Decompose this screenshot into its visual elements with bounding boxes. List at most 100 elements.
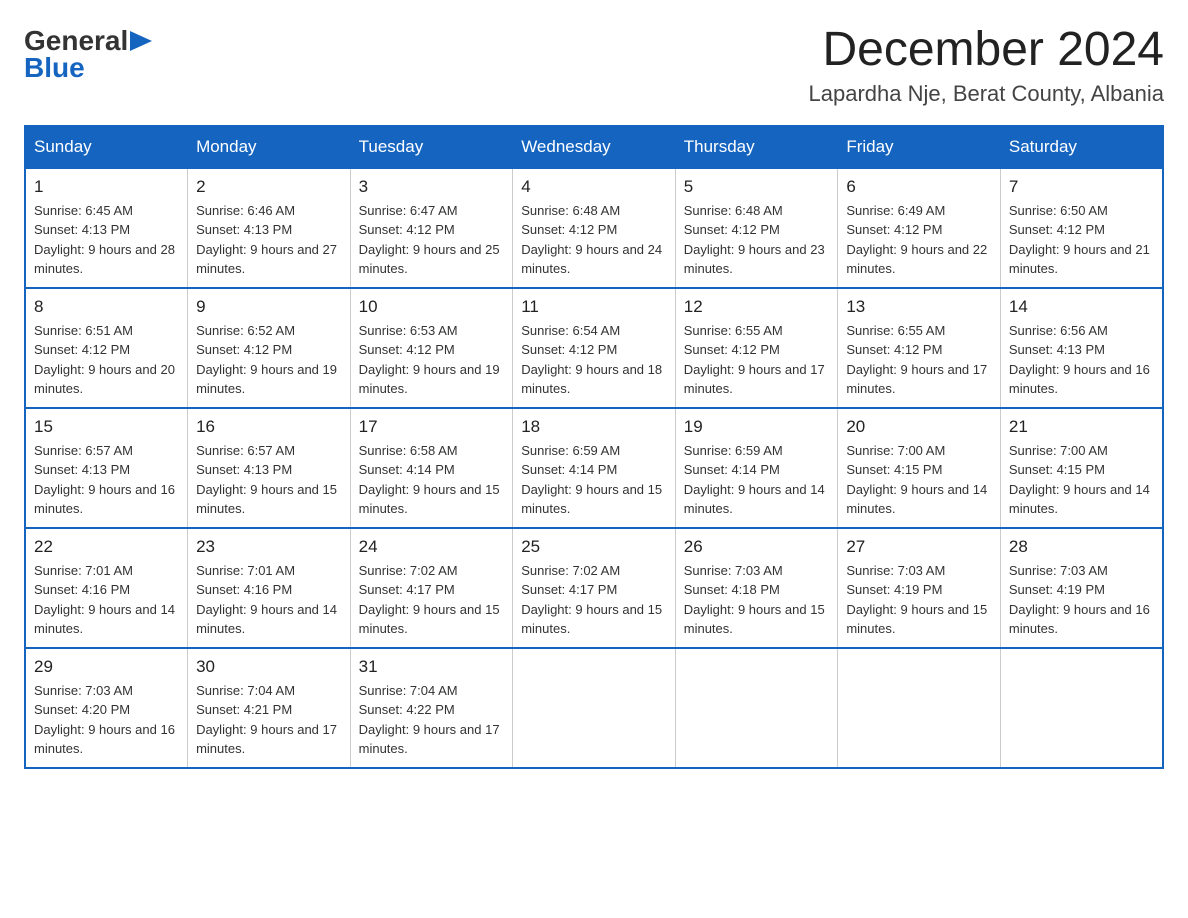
table-row [675, 648, 838, 768]
daylight-label: Daylight: 9 hours and 15 minutes. [521, 602, 662, 637]
day-info: Sunrise: 7:01 AM Sunset: 4:16 PM Dayligh… [196, 561, 342, 639]
sunrise-label: Sunrise: 6:57 AM [196, 443, 295, 458]
day-info: Sunrise: 7:03 AM Sunset: 4:19 PM Dayligh… [1009, 561, 1154, 639]
day-number: 25 [521, 537, 667, 557]
day-number: 2 [196, 177, 342, 197]
table-row: 16 Sunrise: 6:57 AM Sunset: 4:13 PM Dayl… [188, 408, 351, 528]
daylight-label: Daylight: 9 hours and 21 minutes. [1009, 242, 1150, 277]
day-info: Sunrise: 7:01 AM Sunset: 4:16 PM Dayligh… [34, 561, 179, 639]
sunrise-label: Sunrise: 6:56 AM [1009, 323, 1108, 338]
day-number: 17 [359, 417, 505, 437]
day-number: 24 [359, 537, 505, 557]
sunrise-label: Sunrise: 6:53 AM [359, 323, 458, 338]
calendar-week-1: 1 Sunrise: 6:45 AM Sunset: 4:13 PM Dayli… [25, 168, 1163, 288]
day-number: 29 [34, 657, 179, 677]
sunrise-label: Sunrise: 7:03 AM [34, 683, 133, 698]
sunrise-label: Sunrise: 7:03 AM [846, 563, 945, 578]
day-info: Sunrise: 6:52 AM Sunset: 4:12 PM Dayligh… [196, 321, 342, 399]
table-row: 10 Sunrise: 6:53 AM Sunset: 4:12 PM Dayl… [350, 288, 513, 408]
daylight-label: Daylight: 9 hours and 16 minutes. [1009, 602, 1150, 637]
day-info: Sunrise: 6:53 AM Sunset: 4:12 PM Dayligh… [359, 321, 505, 399]
sunset-label: Sunset: 4:12 PM [846, 222, 942, 237]
daylight-label: Daylight: 9 hours and 17 minutes. [684, 362, 825, 397]
day-info: Sunrise: 6:46 AM Sunset: 4:13 PM Dayligh… [196, 201, 342, 279]
day-number: 18 [521, 417, 667, 437]
day-number: 1 [34, 177, 179, 197]
header-sunday: Sunday [25, 126, 188, 168]
sunset-label: Sunset: 4:17 PM [359, 582, 455, 597]
day-number: 12 [684, 297, 830, 317]
table-row: 9 Sunrise: 6:52 AM Sunset: 4:12 PM Dayli… [188, 288, 351, 408]
sunset-label: Sunset: 4:14 PM [521, 462, 617, 477]
sunset-label: Sunset: 4:15 PM [1009, 462, 1105, 477]
day-info: Sunrise: 6:54 AM Sunset: 4:12 PM Dayligh… [521, 321, 667, 399]
day-number: 28 [1009, 537, 1154, 557]
daylight-label: Daylight: 9 hours and 18 minutes. [521, 362, 662, 397]
day-number: 31 [359, 657, 505, 677]
sunrise-label: Sunrise: 6:58 AM [359, 443, 458, 458]
daylight-label: Daylight: 9 hours and 15 minutes. [846, 602, 987, 637]
sunrise-label: Sunrise: 7:02 AM [521, 563, 620, 578]
daylight-label: Daylight: 9 hours and 20 minutes. [34, 362, 175, 397]
sunrise-label: Sunrise: 7:01 AM [34, 563, 133, 578]
table-row: 31 Sunrise: 7:04 AM Sunset: 4:22 PM Dayl… [350, 648, 513, 768]
daylight-label: Daylight: 9 hours and 15 minutes. [684, 602, 825, 637]
day-info: Sunrise: 6:50 AM Sunset: 4:12 PM Dayligh… [1009, 201, 1154, 279]
day-info: Sunrise: 6:47 AM Sunset: 4:12 PM Dayligh… [359, 201, 505, 279]
day-info: Sunrise: 6:57 AM Sunset: 4:13 PM Dayligh… [196, 441, 342, 519]
table-row: 24 Sunrise: 7:02 AM Sunset: 4:17 PM Dayl… [350, 528, 513, 648]
daylight-label: Daylight: 9 hours and 19 minutes. [359, 362, 500, 397]
sunrise-label: Sunrise: 6:59 AM [684, 443, 783, 458]
sunset-label: Sunset: 4:12 PM [1009, 222, 1105, 237]
sunrise-label: Sunrise: 6:59 AM [521, 443, 620, 458]
sunrise-label: Sunrise: 6:57 AM [34, 443, 133, 458]
sunset-label: Sunset: 4:19 PM [1009, 582, 1105, 597]
day-info: Sunrise: 6:45 AM Sunset: 4:13 PM Dayligh… [34, 201, 179, 279]
day-info: Sunrise: 7:00 AM Sunset: 4:15 PM Dayligh… [846, 441, 992, 519]
sunrise-label: Sunrise: 6:47 AM [359, 203, 458, 218]
table-row: 12 Sunrise: 6:55 AM Sunset: 4:12 PM Dayl… [675, 288, 838, 408]
daylight-label: Daylight: 9 hours and 23 minutes. [684, 242, 825, 277]
day-number: 10 [359, 297, 505, 317]
sunset-label: Sunset: 4:14 PM [359, 462, 455, 477]
table-row: 15 Sunrise: 6:57 AM Sunset: 4:13 PM Dayl… [25, 408, 188, 528]
sunset-label: Sunset: 4:21 PM [196, 702, 292, 717]
sunrise-label: Sunrise: 7:02 AM [359, 563, 458, 578]
day-number: 5 [684, 177, 830, 197]
table-row [513, 648, 676, 768]
day-number: 7 [1009, 177, 1154, 197]
table-row: 7 Sunrise: 6:50 AM Sunset: 4:12 PM Dayli… [1000, 168, 1163, 288]
table-row: 19 Sunrise: 6:59 AM Sunset: 4:14 PM Dayl… [675, 408, 838, 528]
day-info: Sunrise: 7:02 AM Sunset: 4:17 PM Dayligh… [359, 561, 505, 639]
daylight-label: Daylight: 9 hours and 27 minutes. [196, 242, 337, 277]
table-row: 21 Sunrise: 7:00 AM Sunset: 4:15 PM Dayl… [1000, 408, 1163, 528]
table-row: 20 Sunrise: 7:00 AM Sunset: 4:15 PM Dayl… [838, 408, 1001, 528]
header-wednesday: Wednesday [513, 126, 676, 168]
day-number: 30 [196, 657, 342, 677]
sunset-label: Sunset: 4:12 PM [684, 342, 780, 357]
daylight-label: Daylight: 9 hours and 14 minutes. [1009, 482, 1150, 517]
day-info: Sunrise: 6:55 AM Sunset: 4:12 PM Dayligh… [684, 321, 830, 399]
month-title: December 2024 [809, 24, 1165, 77]
sunset-label: Sunset: 4:16 PM [196, 582, 292, 597]
header-tuesday: Tuesday [350, 126, 513, 168]
table-row: 30 Sunrise: 7:04 AM Sunset: 4:21 PM Dayl… [188, 648, 351, 768]
day-info: Sunrise: 6:59 AM Sunset: 4:14 PM Dayligh… [521, 441, 667, 519]
daylight-label: Daylight: 9 hours and 22 minutes. [846, 242, 987, 277]
daylight-label: Daylight: 9 hours and 15 minutes. [521, 482, 662, 517]
day-number: 3 [359, 177, 505, 197]
daylight-label: Daylight: 9 hours and 16 minutes. [1009, 362, 1150, 397]
table-row: 3 Sunrise: 6:47 AM Sunset: 4:12 PM Dayli… [350, 168, 513, 288]
sunset-label: Sunset: 4:16 PM [34, 582, 130, 597]
sunset-label: Sunset: 4:13 PM [196, 222, 292, 237]
table-row: 28 Sunrise: 7:03 AM Sunset: 4:19 PM Dayl… [1000, 528, 1163, 648]
day-info: Sunrise: 6:56 AM Sunset: 4:13 PM Dayligh… [1009, 321, 1154, 399]
daylight-label: Daylight: 9 hours and 14 minutes. [846, 482, 987, 517]
sunset-label: Sunset: 4:19 PM [846, 582, 942, 597]
day-number: 6 [846, 177, 992, 197]
sunset-label: Sunset: 4:14 PM [684, 462, 780, 477]
table-row: 13 Sunrise: 6:55 AM Sunset: 4:12 PM Dayl… [838, 288, 1001, 408]
sunrise-label: Sunrise: 6:48 AM [521, 203, 620, 218]
daylight-label: Daylight: 9 hours and 19 minutes. [196, 362, 337, 397]
day-info: Sunrise: 6:58 AM Sunset: 4:14 PM Dayligh… [359, 441, 505, 519]
